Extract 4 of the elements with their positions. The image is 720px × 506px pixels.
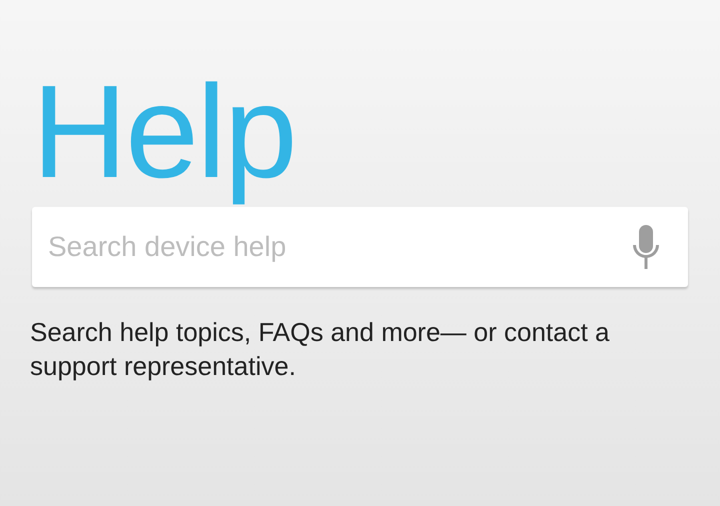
search-field[interactable]: Search device help — [32, 207, 688, 288]
help-description: Search help topics, FAQs and more— or contact a support representative. — [30, 316, 611, 384]
page-title: Help — [32, 57, 296, 207]
search-input[interactable]: Search device help — [48, 231, 628, 264]
